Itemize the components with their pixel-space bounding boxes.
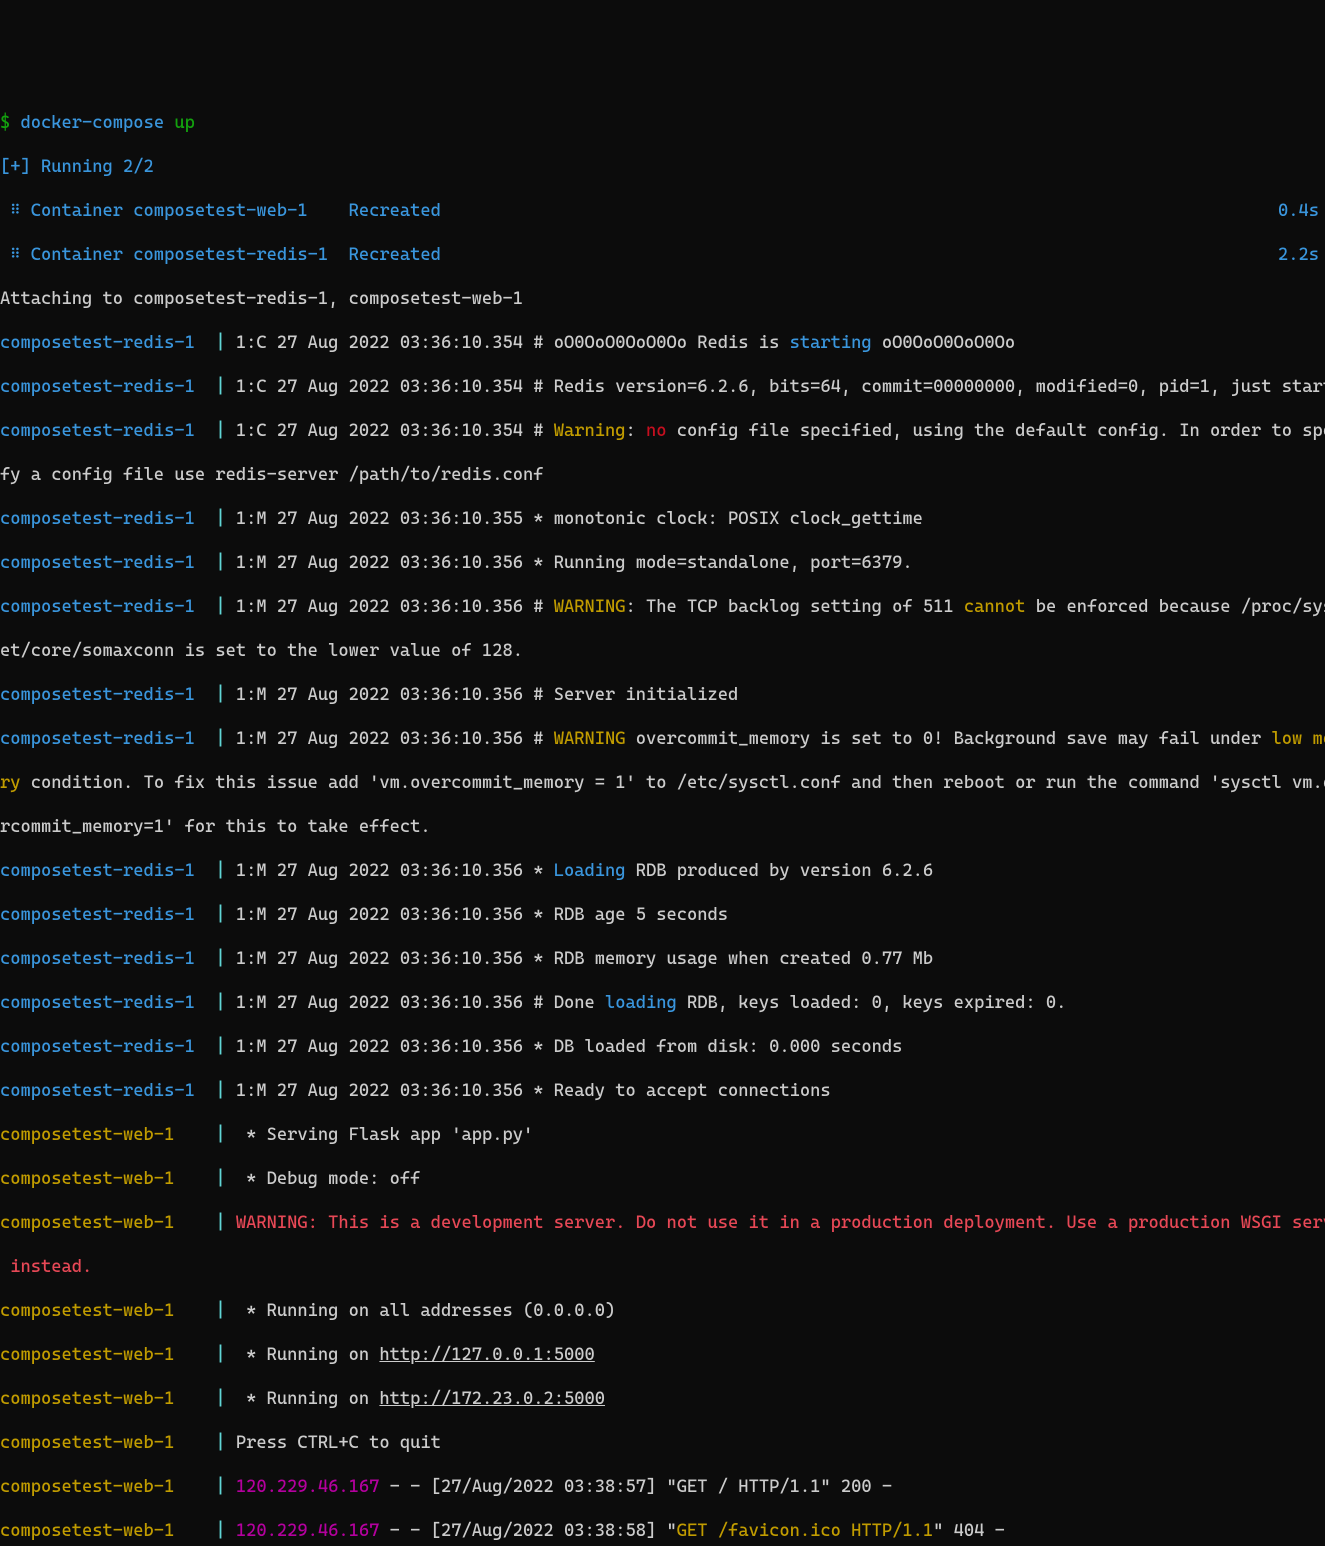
- url-link[interactable]: http://172.23.0.2:5000: [379, 1389, 605, 1409]
- log-line-wrap: instead.: [0, 1256, 1325, 1278]
- prompt-line: $ docker-compose up: [0, 112, 1325, 134]
- attaching-line: Attaching to composetest-redis-1, compos…: [0, 288, 1325, 310]
- log-line: composetest-redis-1 | 1:M 27 Aug 2022 03…: [0, 904, 1325, 926]
- log-line: composetest-web-1 | * Running on all add…: [0, 1300, 1325, 1322]
- log-line-wrap: ry condition. To fix this issue add 'vm.…: [0, 772, 1325, 794]
- log-line: composetest-redis-1 | 1:C 27 Aug 2022 03…: [0, 420, 1325, 442]
- log-line: composetest-web-1 | WARNING: This is a d…: [0, 1212, 1325, 1234]
- log-line: composetest-redis-1 | 1:M 27 Aug 2022 03…: [0, 596, 1325, 618]
- log-line: composetest-web-1 | * Serving Flask app …: [0, 1124, 1325, 1146]
- log-line: composetest-redis-1 | 1:M 27 Aug 2022 03…: [0, 508, 1325, 530]
- log-line-wrap: et/core/somaxconn is set to the lower va…: [0, 640, 1325, 662]
- command-arg: up: [174, 113, 195, 133]
- log-line: composetest-redis-1 | 1:M 27 Aug 2022 03…: [0, 860, 1325, 882]
- log-line: composetest-redis-1 | 1:M 27 Aug 2022 03…: [0, 1080, 1325, 1102]
- log-line: composetest-redis-1 | 1:M 27 Aug 2022 03…: [0, 948, 1325, 970]
- log-line: composetest-web-1 | 120.229.46.167 - - […: [0, 1520, 1325, 1542]
- container-row: ⠿ Container composetest-web-1 Recreated0…: [0, 200, 1325, 222]
- log-line: composetest-web-1 | Press CTRL+C to quit: [0, 1432, 1325, 1454]
- command: docker-compose: [21, 113, 175, 133]
- log-line: composetest-redis-1 | 1:M 27 Aug 2022 03…: [0, 552, 1325, 574]
- url-link[interactable]: http://127.0.0.1:5000: [379, 1345, 594, 1365]
- log-line: composetest-redis-1 | 1:C 27 Aug 2022 03…: [0, 376, 1325, 398]
- log-line: composetest-redis-1 | 1:M 27 Aug 2022 03…: [0, 728, 1325, 750]
- log-line: composetest-web-1 | * Debug mode: off: [0, 1168, 1325, 1190]
- log-line: composetest-redis-1 | 1:M 27 Aug 2022 03…: [0, 992, 1325, 1014]
- log-line: composetest-web-1 | * Running on http://…: [0, 1344, 1325, 1366]
- log-line: composetest-redis-1 | 1:C 27 Aug 2022 03…: [0, 332, 1325, 354]
- running-status: [+] Running 2/2: [0, 156, 1325, 178]
- log-line-wrap: rcommit_memory=1' for this to take effec…: [0, 816, 1325, 838]
- terminal-output[interactable]: { "prompt": {"sym":"$ ", "cmd":"docker-c…: [0, 22, 1325, 1546]
- log-line-wrap: fy a config file use redis-server /path/…: [0, 464, 1325, 486]
- log-line: composetest-redis-1 | 1:M 27 Aug 2022 03…: [0, 684, 1325, 706]
- log-line: composetest-redis-1 | 1:M 27 Aug 2022 03…: [0, 1036, 1325, 1058]
- log-line: composetest-web-1 | 120.229.46.167 - - […: [0, 1476, 1325, 1498]
- container-row: ⠿ Container composetest-redis-1 Recreate…: [0, 244, 1325, 266]
- log-line: composetest-web-1 | * Running on http://…: [0, 1388, 1325, 1410]
- prompt-symbol: $: [0, 113, 21, 133]
